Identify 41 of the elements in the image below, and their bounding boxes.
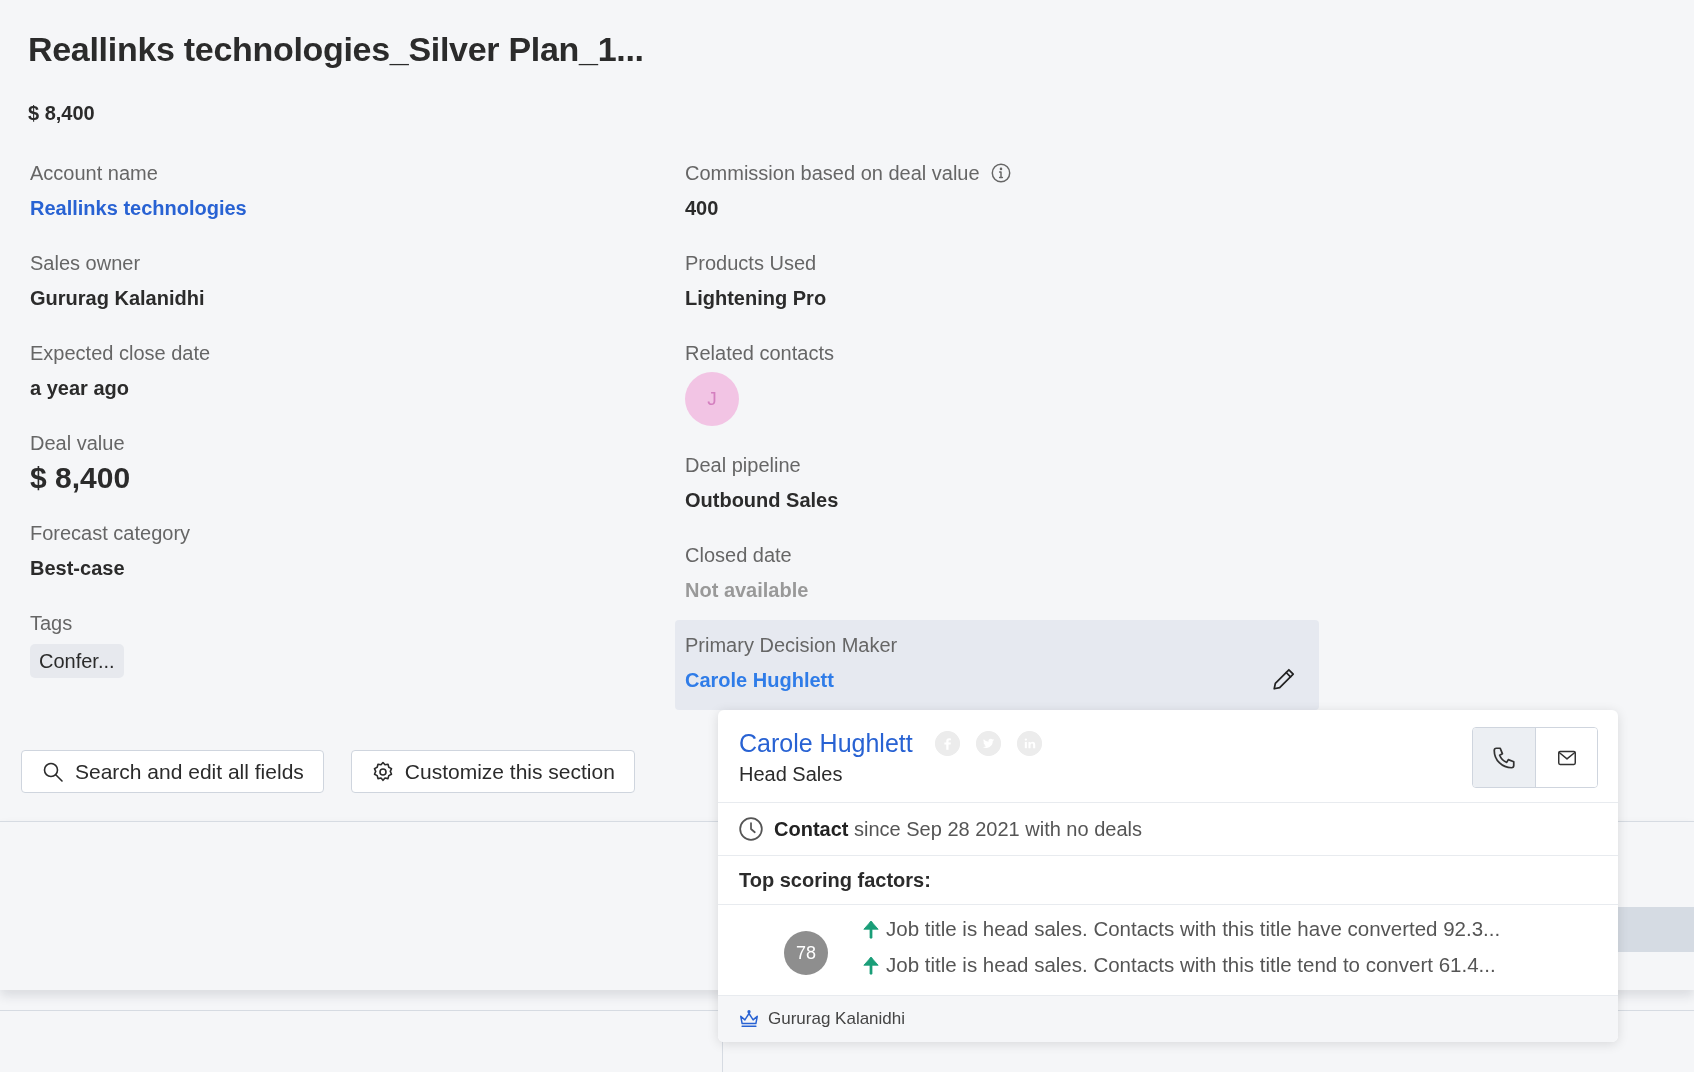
field-label: Commission based on deal value	[685, 161, 980, 186]
field-label: Deal pipeline	[685, 453, 801, 478]
crown-icon	[738, 1008, 760, 1030]
clock-icon	[738, 816, 764, 842]
owner-name: Gururag Kalanidhi	[768, 1009, 906, 1029]
contact-name[interactable]: Carole Hughlett	[739, 727, 913, 759]
field-label: Forecast category	[30, 521, 191, 546]
field-label: Account name	[30, 161, 158, 186]
field-label: Tags	[30, 611, 73, 636]
score-badge: 78	[784, 931, 828, 975]
field-label: Closed date	[685, 543, 792, 568]
field-link[interactable]: Carole Hughlett	[685, 666, 834, 694]
search-fields-button[interactable]: Search and edit all fields	[21, 750, 324, 793]
field-value: 400	[685, 196, 719, 221]
field-label: Related contacts	[685, 341, 834, 366]
scoring-factor: Job title is head sales. Contacts with this title have converted 92.3...	[886, 917, 1501, 941]
email-button[interactable]	[1535, 728, 1597, 787]
tag[interactable]: Confer...	[30, 644, 124, 678]
field-label: Sales owner	[30, 251, 141, 276]
field-value: $ 8,400	[30, 460, 131, 496]
scoring-title: Top scoring factors:	[718, 856, 1618, 905]
field-label: Expected close date	[30, 341, 211, 366]
field-value: Best-case	[30, 556, 125, 581]
job-title: Head Sales	[739, 763, 844, 786]
scoring-factor: Job title is head sales. Contacts with this title tend to convert 61.4...	[886, 953, 1496, 977]
deal-title: Reallinks technologies_Silver Plan_1...	[28, 29, 645, 70]
field-label: Deal value	[30, 431, 125, 456]
field-label: Products Used	[685, 251, 817, 276]
field-value: Outbound Sales	[685, 488, 839, 513]
deal-amount: $ 8,400	[28, 101, 96, 126]
contact-since: Contact since Sep 28 2021 with no deals	[774, 817, 1142, 841]
pencil-icon	[1271, 666, 1297, 692]
field-value: a year ago	[30, 376, 129, 401]
field-value: Gururag Kalanidhi	[30, 286, 205, 311]
customize-button[interactable]: Customize this section	[350, 750, 635, 793]
field-link[interactable]: Reallinks technologies	[30, 194, 247, 222]
field-label: Primary Decision Maker	[685, 633, 898, 658]
phone-icon	[1491, 744, 1517, 771]
field-value: Lightening Pro	[685, 286, 827, 311]
field-value: Not available	[685, 578, 809, 603]
call-button[interactable]	[1473, 728, 1535, 787]
